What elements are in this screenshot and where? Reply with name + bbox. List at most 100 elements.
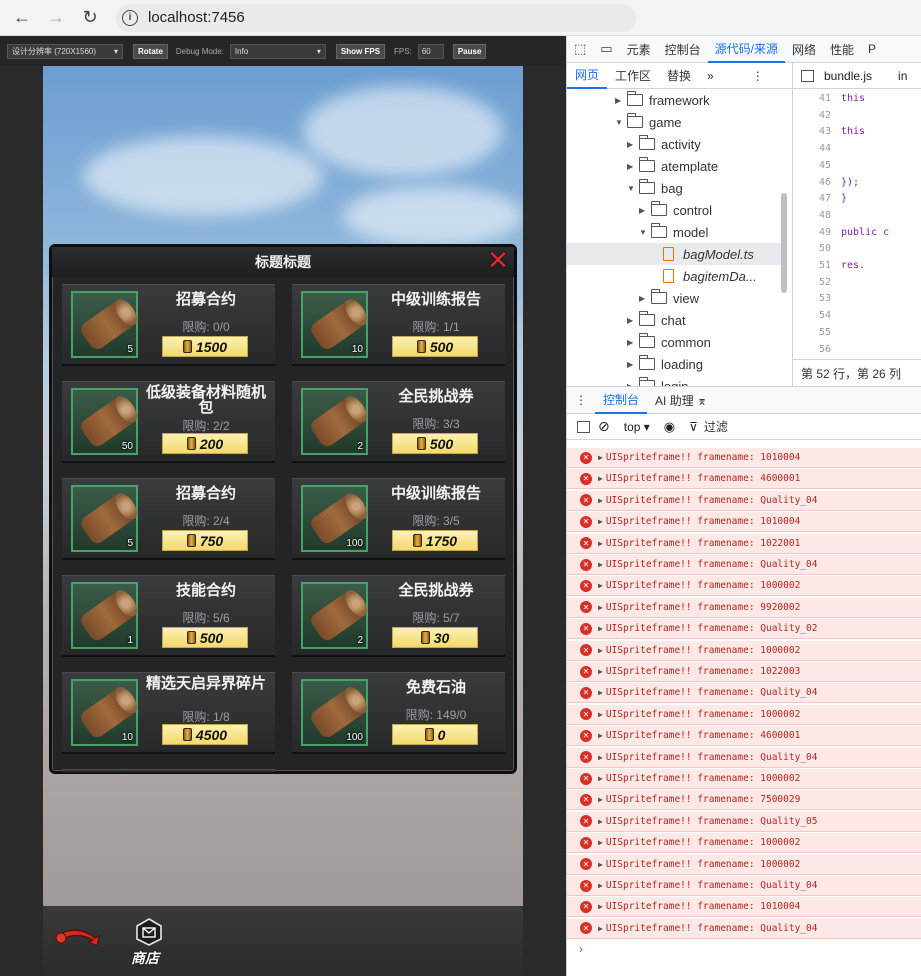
console-error-message[interactable]: ✕ ▶ UISpriteframe!! framename: 1000002: [567, 769, 921, 789]
console-error-message[interactable]: ✕ ▶ UISpriteframe!! framename: 7500029: [567, 790, 921, 811]
console-error-message[interactable]: ✕ ▶ UISpriteframe!! framename: 1022001: [567, 533, 921, 554]
buy-price-button[interactable]: 4500: [162, 724, 248, 745]
console-error-message[interactable]: ✕ ▶ UISpriteframe!! framename: 9920002: [567, 597, 921, 618]
tab-overflow[interactable]: P: [861, 36, 883, 63]
expand-triangle-icon[interactable]: ▶: [598, 838, 603, 847]
expand-triangle-icon[interactable]: ▶: [598, 774, 603, 783]
console-error-message[interactable]: ✕ ▶ UISpriteframe!! framename: 1000002: [567, 704, 921, 725]
buy-price-button[interactable]: 500: [392, 336, 478, 357]
resolution-select[interactable]: 设计分辨率 (720X1560) ▾: [7, 43, 123, 59]
chevron-down-icon[interactable]: ▼: [615, 118, 627, 127]
console-error-message[interactable]: ✕ ▶ UISpriteframe!! framename: Quality_04: [567, 876, 921, 896]
debug-mode-select[interactable]: Info ▾: [229, 43, 326, 59]
tree-folder[interactable]: ▼ model: [567, 221, 782, 243]
kebab-menu-icon[interactable]: ⋮: [744, 63, 772, 89]
info-icon[interactable]: i: [122, 9, 138, 26]
tab-sources[interactable]: 源代码/来源: [707, 36, 785, 63]
address-bar[interactable]: i localhost:7456: [116, 3, 636, 32]
console-prompt[interactable]: ›: [579, 942, 583, 956]
rotate-button[interactable]: Rotate: [133, 43, 168, 59]
drawer-menu-icon[interactable]: ⋮: [567, 387, 595, 414]
console-error-message[interactable]: ✕ ▶ UISpriteframe!! framename: Quality_04: [567, 555, 921, 575]
console-error-message[interactable]: ✕ ▶ UISpriteframe!! framename: Quality_04: [567, 747, 921, 768]
buy-price-button[interactable]: 750: [162, 530, 248, 551]
chevron-right-icon[interactable]: ▶: [627, 316, 639, 325]
tree-folder[interactable]: ▶ atemplate: [567, 155, 782, 177]
code-editor[interactable]: 41 this 42 43 this 44 45 46 }); 47} 48 49 public …: [792, 89, 921, 359]
console-error-message[interactable]: ✕ ▶ UISpriteframe!! framename: Quality_04: [567, 683, 921, 704]
filter-input[interactable]: 过滤: [704, 418, 728, 435]
buy-price-button[interactable]: 1750: [392, 530, 478, 551]
buy-price-button[interactable]: 500: [392, 433, 478, 454]
tree-folder[interactable]: ▼ game: [567, 111, 782, 133]
chevron-right-icon[interactable]: ▶: [627, 338, 639, 347]
tab-ai-assistant[interactable]: AI 助理 ⌆: [647, 387, 715, 414]
expand-triangle-icon[interactable]: ▶: [598, 496, 603, 505]
console-error-message[interactable]: ✕ ▶ UISpriteframe!! framename: Quality_04: [567, 918, 921, 939]
file-tab-bundle[interactable]: bundle.js: [824, 69, 872, 83]
game-canvas[interactable]: 标题标题 ✕ 5 招募合约 限购: 0/0 1500 10 中级训练报告 限购: 1/1 50…: [43, 66, 523, 976]
tree-scrollbar[interactable]: [781, 93, 787, 379]
inspect-icon[interactable]: ⬚: [567, 36, 593, 63]
shop-item-card[interactable]: 5 招募合约 限购: 2/4 750: [62, 478, 275, 560]
expand-triangle-icon[interactable]: ▶: [598, 646, 603, 655]
expand-triangle-icon[interactable]: ▶: [598, 667, 603, 676]
expand-triangle-icon[interactable]: ▶: [598, 581, 603, 590]
expand-triangle-icon[interactable]: ▶: [598, 817, 603, 826]
expand-triangle-icon[interactable]: ▶: [598, 517, 603, 526]
forward-button[interactable]: →: [44, 6, 68, 30]
sidebar-toggle-icon[interactable]: [577, 420, 590, 433]
expand-triangle-icon[interactable]: ▶: [598, 753, 603, 762]
chevron-right-icon[interactable]: ▶: [627, 162, 639, 171]
context-select[interactable]: top ▾: [624, 420, 650, 434]
show-fps-button[interactable]: Show FPS: [335, 43, 386, 59]
expand-triangle-icon[interactable]: ▶: [598, 881, 603, 890]
tree-folder[interactable]: ▶ control: [567, 199, 782, 221]
expand-triangle-icon[interactable]: ▶: [598, 560, 603, 569]
tab-page[interactable]: 网页: [567, 63, 608, 89]
console-error-message[interactable]: ✕ ▶ UISpriteframe!! framename: 1000002: [567, 576, 921, 597]
expand-triangle-icon[interactable]: ▶: [598, 731, 603, 740]
shop-item-card[interactable]: 50 低级装备材料随机包 限购: 2/2 200: [62, 381, 275, 463]
expand-triangle-icon[interactable]: ▶: [598, 924, 603, 933]
tab-workspace[interactable]: 工作区: [607, 63, 659, 89]
buy-price-button[interactable]: 0: [392, 724, 478, 745]
chevron-right-icon[interactable]: ▶: [627, 140, 639, 149]
fps-input[interactable]: 60: [417, 43, 444, 59]
shop-item-card[interactable]: 10 精选天启异界碎片 限购: 1/8 4500: [62, 672, 275, 754]
tree-folder[interactable]: ▶ chat: [567, 309, 782, 331]
shop-item-card[interactable]: 100 免费石油 限购: 149/0 0: [292, 672, 505, 754]
eye-icon[interactable]: ◉: [664, 419, 675, 435]
expand-triangle-icon[interactable]: ▶: [598, 688, 603, 697]
console-error-message[interactable]: ✕ ▶ UISpriteframe!! framename: 1000002: [567, 640, 921, 661]
expand-triangle-icon[interactable]: ▶: [598, 860, 603, 869]
back-arrow-icon[interactable]: [53, 926, 103, 950]
chevron-right-icon[interactable]: ▶: [639, 206, 651, 215]
tree-folder[interactable]: ▶ common: [567, 331, 782, 353]
shop-label[interactable]: 商店: [131, 948, 159, 968]
console-error-message[interactable]: ✕ ▶ UISpriteframe!! framename: 1010004: [567, 897, 921, 918]
expand-triangle-icon[interactable]: ▶: [598, 453, 603, 462]
close-button[interactable]: ✕: [486, 247, 510, 273]
shop-item-card[interactable]: 5 招募合约 限购: 0/0 1500: [62, 284, 275, 366]
tab-console[interactable]: 控制台: [658, 36, 708, 63]
console-error-message[interactable]: ✕ ▶ UISpriteframe!! framename: Quality_04: [567, 490, 921, 511]
tree-file[interactable]: bagModel.ts: [567, 243, 782, 265]
tree-folder[interactable]: ▶ activity: [567, 133, 782, 155]
tree-folder[interactable]: ▶ framework: [567, 89, 782, 111]
tree-folder[interactable]: ▶ view: [567, 287, 782, 309]
expand-triangle-icon[interactable]: ▶: [598, 603, 603, 612]
expand-triangle-icon[interactable]: ▶: [598, 795, 603, 804]
tree-file[interactable]: bagitemDa...: [567, 265, 782, 287]
tab-network[interactable]: 网络: [785, 36, 823, 63]
shop-item-card[interactable]: 2 全民挑战券 限购: 5/7 30: [292, 575, 505, 657]
mail-icon[interactable]: [135, 918, 163, 946]
buy-price-button[interactable]: 1500: [162, 336, 248, 357]
file-tab-other[interactable]: in: [898, 69, 907, 83]
chevron-down-icon[interactable]: ▼: [639, 228, 651, 237]
chevron-down-icon[interactable]: ▼: [627, 184, 639, 193]
expand-triangle-icon[interactable]: ▶: [598, 902, 603, 911]
more-tabs-icon[interactable]: »: [699, 63, 722, 89]
chevron-right-icon[interactable]: ▶: [627, 360, 639, 369]
console-error-message[interactable]: ✕ ▶ UISpriteframe!! framename: 4600001: [567, 726, 921, 747]
